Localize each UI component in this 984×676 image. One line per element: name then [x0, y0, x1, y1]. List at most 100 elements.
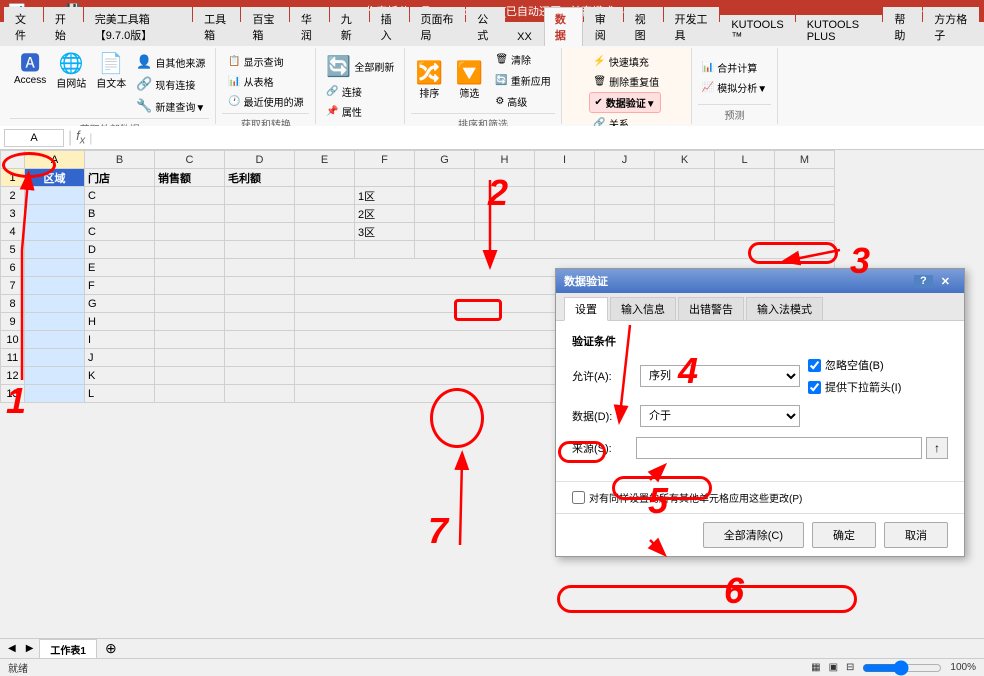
cancel-btn[interactable]: 取消 — [884, 522, 948, 548]
cell-E2[interactable] — [295, 187, 355, 205]
text-btn[interactable]: 📄 自文本 — [92, 52, 130, 92]
filter-btn[interactable]: 🔽 筛选 — [451, 60, 487, 102]
cell-C7[interactable] — [155, 277, 225, 295]
sheet-nav-right[interactable]: ▶ — [22, 643, 38, 654]
col-header-G[interactable]: G — [415, 151, 475, 169]
dialog-tab-ime[interactable]: 输入法模式 — [746, 297, 823, 320]
cell-I1[interactable] — [535, 169, 595, 187]
cell-I3[interactable] — [535, 205, 595, 223]
dropdown-checkbox[interactable] — [808, 381, 821, 394]
col-header-F[interactable]: F — [355, 151, 415, 169]
cell-C2[interactable] — [155, 187, 225, 205]
tab-kutools-plus[interactable]: KUTOOLS PLUS — [796, 15, 883, 46]
recent-sources-btn[interactable]: 🕐最近使用的源 — [224, 92, 307, 111]
existing-connections-btn[interactable]: 🔗 现有连接 — [132, 74, 209, 94]
cell-L2[interactable] — [715, 187, 775, 205]
merge-calc-btn[interactable]: 📊合并计算 — [698, 58, 761, 77]
tab-baibao[interactable]: 百宝箱 — [241, 7, 288, 46]
cell-A8[interactable] — [25, 295, 85, 313]
dialog-tab-settings[interactable]: 设置 — [564, 297, 608, 321]
tab-jiuxin[interactable]: 九新 — [330, 7, 369, 46]
cell-D10[interactable] — [225, 331, 295, 349]
sheet-nav-left[interactable]: ◀ — [4, 643, 20, 654]
cell-D8[interactable] — [225, 295, 295, 313]
tab-view[interactable]: 视图 — [624, 7, 663, 46]
cell-C6[interactable] — [155, 259, 225, 277]
cell-A13[interactable] — [25, 385, 85, 403]
dialog-tab-error-alert[interactable]: 出错警告 — [678, 297, 744, 320]
web-btn[interactable]: 🌐 自网站 — [52, 52, 90, 92]
cell-B1[interactable]: 门店 — [85, 169, 155, 187]
cell-A4[interactable] — [25, 223, 85, 241]
cell-D3[interactable] — [225, 205, 295, 223]
cell-B3[interactable]: B — [85, 205, 155, 223]
tab-data[interactable]: 数据 — [544, 7, 583, 46]
cell-H3[interactable] — [475, 205, 535, 223]
cell-C11[interactable] — [155, 349, 225, 367]
cell-B4[interactable]: C — [85, 223, 155, 241]
cell-E4[interactable] — [295, 223, 355, 241]
view-layout[interactable]: ▣ — [829, 662, 838, 673]
col-header-B[interactable]: B — [85, 151, 155, 169]
advanced-btn[interactable]: ⚙高级 — [491, 92, 554, 111]
apply-all-checkbox[interactable] — [572, 491, 585, 504]
cell-M3[interactable] — [775, 205, 835, 223]
cell-D2[interactable] — [225, 187, 295, 205]
cell-C13[interactable] — [155, 385, 225, 403]
view-page-break[interactable]: ⊟ — [846, 662, 854, 673]
tab-help[interactable]: 帮助 — [883, 7, 922, 46]
cell-A2[interactable] — [25, 187, 85, 205]
cell-D13[interactable] — [225, 385, 295, 403]
col-header-E[interactable]: E — [295, 151, 355, 169]
cell-M1[interactable] — [775, 169, 835, 187]
cell-K3[interactable] — [655, 205, 715, 223]
clear-all-btn[interactable]: 全部清除(C) — [703, 522, 804, 548]
tab-kutools2[interactable]: KUTOOLS ™ — [720, 15, 794, 46]
dialog-help-btn[interactable]: ? — [914, 275, 933, 288]
cell-C1[interactable]: 销售额 — [155, 169, 225, 187]
cell-A9[interactable] — [25, 313, 85, 331]
connections-btn[interactable]: 🔗连接 — [322, 82, 365, 101]
cell-F2[interactable]: 1区 — [355, 187, 415, 205]
tab-insert[interactable]: 插入 — [370, 7, 409, 46]
tab-home[interactable]: 开始 — [44, 7, 83, 46]
cell-E1[interactable] — [295, 169, 355, 187]
col-header-L[interactable]: L — [715, 151, 775, 169]
cell-K4[interactable] — [655, 223, 715, 241]
cell-C3[interactable] — [155, 205, 225, 223]
source-collapse-btn[interactable]: ↑ — [926, 437, 948, 459]
formula-input[interactable] — [96, 132, 980, 144]
cell-C12[interactable] — [155, 367, 225, 385]
cell-K1[interactable] — [655, 169, 715, 187]
from-table-btn[interactable]: 📊从表格 — [224, 72, 277, 91]
cell-A1[interactable]: 区域 — [25, 169, 85, 187]
source-input[interactable] — [636, 437, 922, 459]
cell-J3[interactable] — [595, 205, 655, 223]
dialog-close-btn[interactable]: ✕ — [935, 275, 956, 288]
tab-review[interactable]: 审阅 — [584, 7, 623, 46]
cell-B5[interactable]: D — [85, 241, 155, 259]
dialog-tab-input-info[interactable]: 输入信息 — [610, 297, 676, 320]
ok-btn[interactable]: 确定 — [812, 522, 876, 548]
cell-C4[interactable] — [155, 223, 225, 241]
cell-L4[interactable] — [715, 223, 775, 241]
cell-H1[interactable] — [475, 169, 535, 187]
cell-M4[interactable] — [775, 223, 835, 241]
cell-A5[interactable] — [25, 241, 85, 259]
cell-B10[interactable]: I — [85, 331, 155, 349]
simulate-btn[interactable]: 📈模拟分析▼ — [698, 78, 771, 97]
cell-J1[interactable] — [595, 169, 655, 187]
data-select[interactable]: 介于 — [640, 405, 800, 427]
other-sources-btn[interactable]: 👤 自其他来源 — [132, 52, 209, 72]
sheet-tab-1[interactable]: 工作表1 — [39, 639, 97, 659]
cell-D6[interactable] — [225, 259, 295, 277]
cell-F3[interactable]: 2区 — [355, 205, 415, 223]
col-header-K[interactable]: K — [655, 151, 715, 169]
tab-xx[interactable]: XX — [506, 27, 543, 46]
data-validation-btn[interactable]: ✔数据验证▼ — [589, 92, 660, 113]
add-sheet-btn[interactable]: ⊕ — [99, 640, 123, 657]
col-header-H[interactable]: H — [475, 151, 535, 169]
cell-J4[interactable] — [595, 223, 655, 241]
cell-B7[interactable]: F — [85, 277, 155, 295]
tab-fangge[interactable]: 方方格子 — [923, 7, 979, 46]
